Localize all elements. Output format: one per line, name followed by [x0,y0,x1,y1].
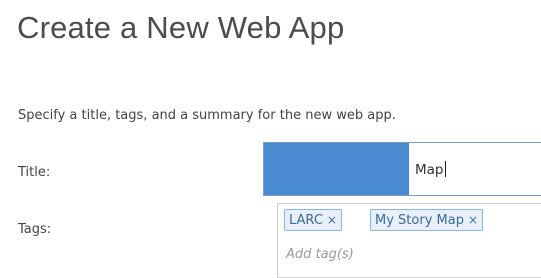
title-label: Title: [18,165,51,180]
form-intro-text: Specify a title, tags, and a summary for… [18,108,396,123]
tag-chip-label: My Story Map [375,213,464,228]
add-tag-placeholder[interactable]: Add tag(s) [286,247,354,262]
close-icon[interactable]: × [468,213,478,227]
text-caret [444,161,446,177]
page-title: Create a New Web App [17,10,345,45]
redacted-text-block [264,143,409,195]
title-input-value: Map [415,161,446,178]
tags-label: Tags: [18,222,52,237]
tag-chip: LARC × [284,209,342,231]
tag-chip-label: LARC [289,213,323,228]
tags-input[interactable]: LARC × My Story Map × Add tag(s) [277,203,541,278]
tag-chip: My Story Map × [370,209,484,231]
title-input[interactable]: Map [263,142,541,196]
close-icon[interactable]: × [327,213,337,227]
